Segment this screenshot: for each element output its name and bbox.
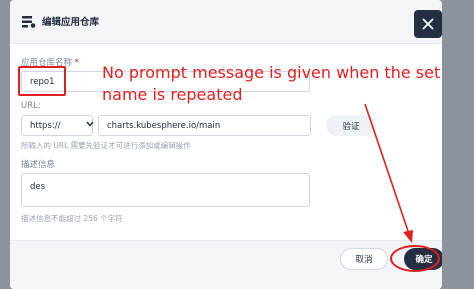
annotation-arrow [364,103,413,243]
